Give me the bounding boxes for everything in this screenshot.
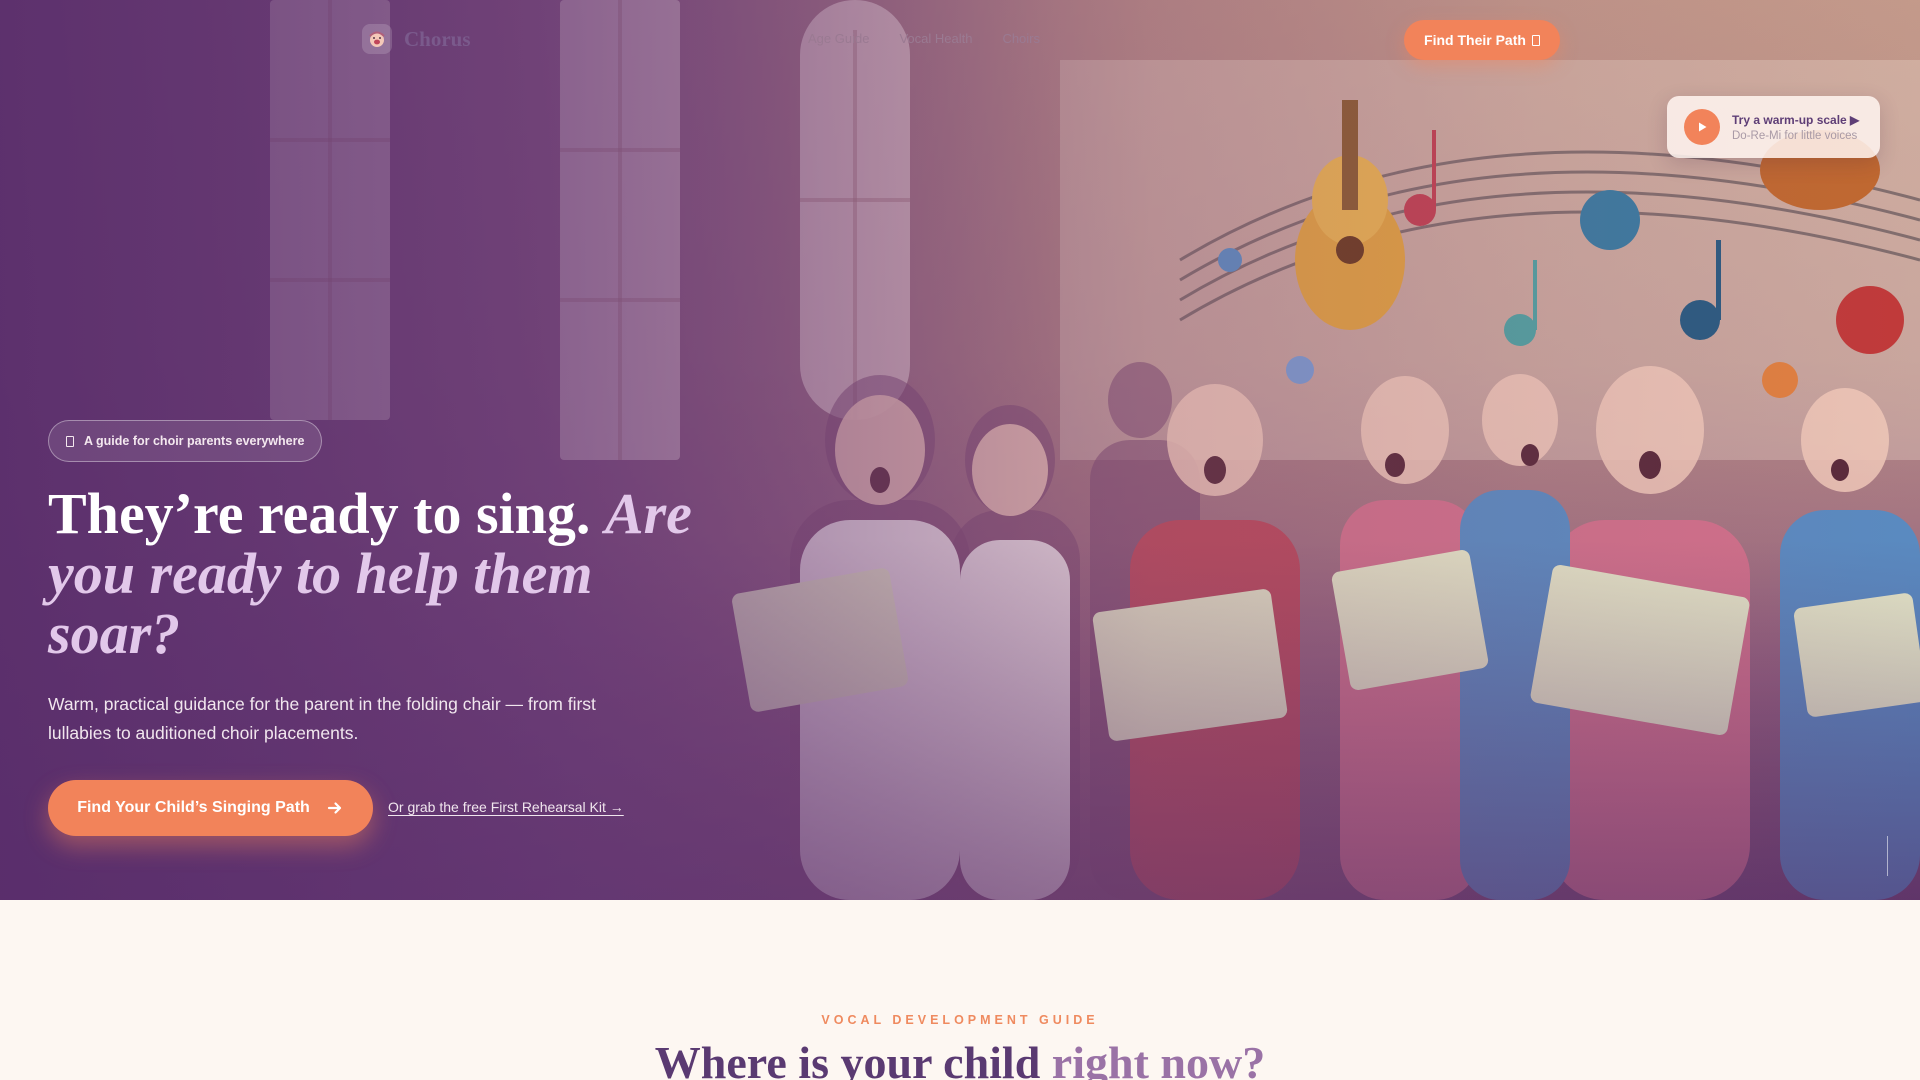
arrow-right-icon: [327, 802, 341, 814]
scroll-indicator: [1887, 836, 1888, 876]
find-their-path-button[interactable]: Find Their Path: [1404, 20, 1560, 60]
nav-link-vocal-health[interactable]: Vocal Health: [899, 31, 972, 46]
rehearsal-kit-link[interactable]: Or grab the free First Rehearsal Kit →: [388, 799, 624, 815]
find-their-path-label: Find Their Path: [1424, 32, 1526, 48]
badge-icon: [66, 435, 74, 447]
nav-links: Age Guide Vocal Health Choirs: [808, 31, 1040, 46]
nav-link-choirs[interactable]: Choirs: [1002, 31, 1040, 46]
audio-card-title: Try a warm-up scale ▶: [1732, 112, 1860, 127]
top-navigation: Chorus Age Guide Vocal Health Choirs Fin…: [0, 0, 1920, 80]
play-icon[interactable]: [1684, 109, 1720, 145]
hero-badge-text: A guide for choir parents everywhere: [84, 434, 305, 448]
audio-card-text: Try a warm-up scale ▶ Do-Re-Mi for littl…: [1732, 113, 1859, 142]
chorus-logo-icon: [362, 24, 392, 54]
warmup-audio-card[interactable]: Try a warm-up scale ▶ Do-Re-Mi for littl…: [1667, 96, 1880, 158]
brand-name: Chorus: [404, 26, 471, 51]
section-title-plain: Where is your child: [654, 1037, 1041, 1080]
hero-subcopy: Warm, practical guidance for the parent …: [48, 694, 596, 743]
find-singing-path-button[interactable]: Find Your Child’s Singing Path: [48, 780, 373, 836]
audio-card-subtitle: Do-Re-Mi for little voices: [1732, 129, 1858, 142]
nav-link-age-guide[interactable]: Age Guide: [808, 31, 869, 46]
hero-headline: They’re ready to sing. Are you ready to …: [48, 484, 708, 664]
section-eyebrow: VOCAL DEVELOPMENT GUIDE: [821, 1013, 1099, 1027]
brand-logo[interactable]: Chorus: [362, 24, 471, 54]
primary-cta-label: Find Your Child’s Singing Path: [77, 799, 310, 816]
hero-badge: A guide for choir parents everywhere: [48, 420, 323, 462]
hero-section: Chorus Age Guide Vocal Health Choirs Fin…: [0, 0, 1920, 900]
section-title: Where is your child right now?: [0, 1036, 1920, 1080]
bookmark-icon: [1531, 34, 1540, 46]
headline-plain: They’re ready to sing.: [48, 481, 591, 546]
section-title-accent: right now?: [1051, 1037, 1266, 1080]
